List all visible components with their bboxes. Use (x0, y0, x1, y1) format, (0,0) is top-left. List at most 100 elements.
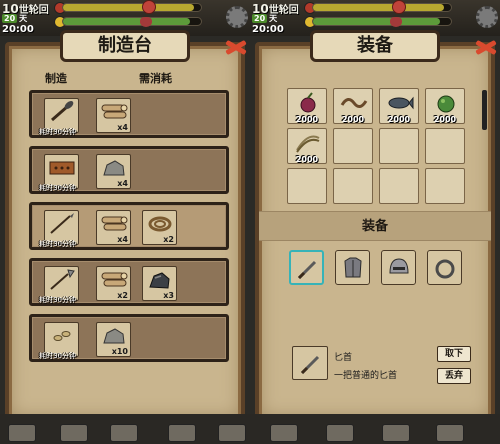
inventory-slot[interactable]: 2000 (287, 88, 327, 124)
days-label: 20 天 (252, 14, 278, 23)
recipe-row[interactable]: 耗时30分钟 x4 (29, 146, 229, 194)
toolbar-item[interactable] (436, 424, 464, 442)
settings-gear-icon[interactable] (226, 6, 248, 28)
inventory-slot[interactable] (333, 168, 373, 204)
toolbar-item[interactable] (270, 424, 298, 442)
item-name: 匕首 (334, 353, 353, 363)
item-count: 2000 (295, 115, 319, 124)
ring-icon (435, 259, 455, 279)
inventory-slot[interactable]: 2000 (333, 88, 373, 124)
material-quantity: x4 (117, 123, 128, 132)
item-count: 2000 (341, 115, 365, 124)
item-count: 2000 (387, 115, 411, 124)
equip-slot-accessory[interactable] (427, 250, 462, 285)
material-quantity: x3 (163, 291, 174, 300)
hunger-bar-fill (63, 4, 195, 11)
product-slot[interactable]: 耗时30分钟 (39, 98, 79, 136)
material-quantity: x4 (117, 235, 128, 244)
club-icon (50, 101, 73, 122)
item-count: 2000 (295, 155, 319, 164)
clock-time: 20:00 (252, 24, 284, 35)
wood-logs-icon (101, 104, 127, 119)
heart-icon (390, 17, 402, 27)
inventory-slot[interactable]: 2000 (425, 88, 465, 124)
bottom-toolbar (0, 420, 500, 444)
equipment-panel: 装备 2000 2000 2000 2000 2000 装备 匕首 一把普通的匕… (255, 30, 495, 422)
clock-time: 20:00 (2, 24, 34, 35)
close-icon[interactable] (475, 38, 497, 56)
equip-slot-weapon[interactable] (289, 250, 324, 285)
product-slot[interactable]: 耗时30分钟 (39, 210, 79, 248)
material-slot: x4 (96, 154, 131, 189)
inventory-slot[interactable] (425, 168, 465, 204)
material-quantity: x2 (117, 291, 128, 300)
recipe-row[interactable]: 耗时30分钟 x10 (29, 314, 229, 362)
meat-icon (392, 0, 406, 14)
recipe-row[interactable]: 耗时30分钟 x2 x3 (29, 258, 229, 306)
product-slot[interactable]: 耗时30分钟 (39, 322, 79, 360)
close-icon[interactable] (225, 38, 247, 56)
product-slot[interactable]: 耗时30分钟 (39, 266, 79, 304)
dagger-icon (300, 355, 320, 375)
toolbar-item[interactable] (326, 424, 354, 442)
settings-gear-icon[interactable] (476, 6, 498, 28)
hunger-bar (62, 3, 202, 12)
armor-icon (344, 257, 362, 278)
meat-icon (142, 0, 156, 14)
material-quantity: x10 (111, 347, 128, 356)
stamina-bar (312, 17, 452, 26)
discard-button[interactable]: 丢弃 (437, 368, 471, 384)
craft-time-label: 耗时30分钟 (39, 352, 76, 360)
unequip-button[interactable]: 取下 (437, 346, 471, 362)
stone-icon (102, 328, 125, 344)
worm-icon (340, 98, 368, 108)
material-slot: x4 (96, 98, 131, 133)
craft-time-label: 耗时30分钟 (39, 128, 76, 136)
hunger-bar-fill (313, 4, 445, 11)
craft-time-label: 耗时30分钟 (39, 296, 76, 304)
inventory-slot[interactable]: 2000 (287, 128, 327, 164)
inventory-slot[interactable] (333, 128, 373, 164)
material-quantity: x2 (163, 235, 174, 244)
craft-time-label: 耗时30分钟 (39, 240, 76, 248)
crafting-title: 制造台 (60, 30, 190, 62)
berry-icon (300, 92, 316, 113)
inventory-slot[interactable]: 2000 (379, 88, 419, 124)
inventory-slot[interactable] (379, 128, 419, 164)
hunger-bar (312, 3, 452, 12)
inventory-slot[interactable] (425, 128, 465, 164)
product-slot[interactable]: 耗时30分钟 (39, 154, 79, 192)
material-slot: x10 (96, 322, 131, 357)
material-slot: x4 (96, 210, 131, 245)
stamina-bar (62, 17, 202, 26)
equip-slot-helmet[interactable] (381, 250, 416, 285)
craft-time-label: 耗时30分钟 (39, 184, 76, 192)
selected-item-slot (292, 346, 328, 380)
inventory-slot[interactable] (379, 168, 419, 204)
toolbar-item[interactable] (110, 424, 138, 442)
wood-logs-icon (101, 216, 127, 231)
material-quantity: x4 (117, 179, 128, 188)
days-label: 20 天 (2, 14, 28, 23)
heart-icon (140, 17, 152, 27)
toolbar-item[interactable] (382, 424, 410, 442)
recipe-row[interactable]: 耗时30分钟 x4 (29, 90, 229, 138)
material-slot: x2 (142, 210, 177, 245)
equip-slot-armor[interactable] (335, 250, 370, 285)
spear-icon (49, 213, 74, 234)
toolbar-item[interactable] (8, 424, 36, 442)
equipped-section-header: 装备 (259, 211, 491, 241)
item-count: 2000 (433, 115, 457, 124)
material-slot: x3 (142, 266, 177, 301)
toolbar-item[interactable] (60, 424, 88, 442)
item-description: 一把普通的匕首 (334, 371, 398, 381)
helmet-icon (389, 258, 409, 274)
inventory-slot[interactable] (287, 168, 327, 204)
iron-ore-icon (148, 272, 170, 289)
toolbar-item[interactable] (218, 424, 246, 442)
inventory-scrollbar[interactable] (482, 90, 487, 130)
recipe-row[interactable]: 耗时30分钟 x4 x2 (29, 202, 229, 250)
stamina-bar-fill (63, 18, 190, 25)
toolbar-item[interactable] (168, 424, 196, 442)
stone-icon (102, 160, 125, 176)
